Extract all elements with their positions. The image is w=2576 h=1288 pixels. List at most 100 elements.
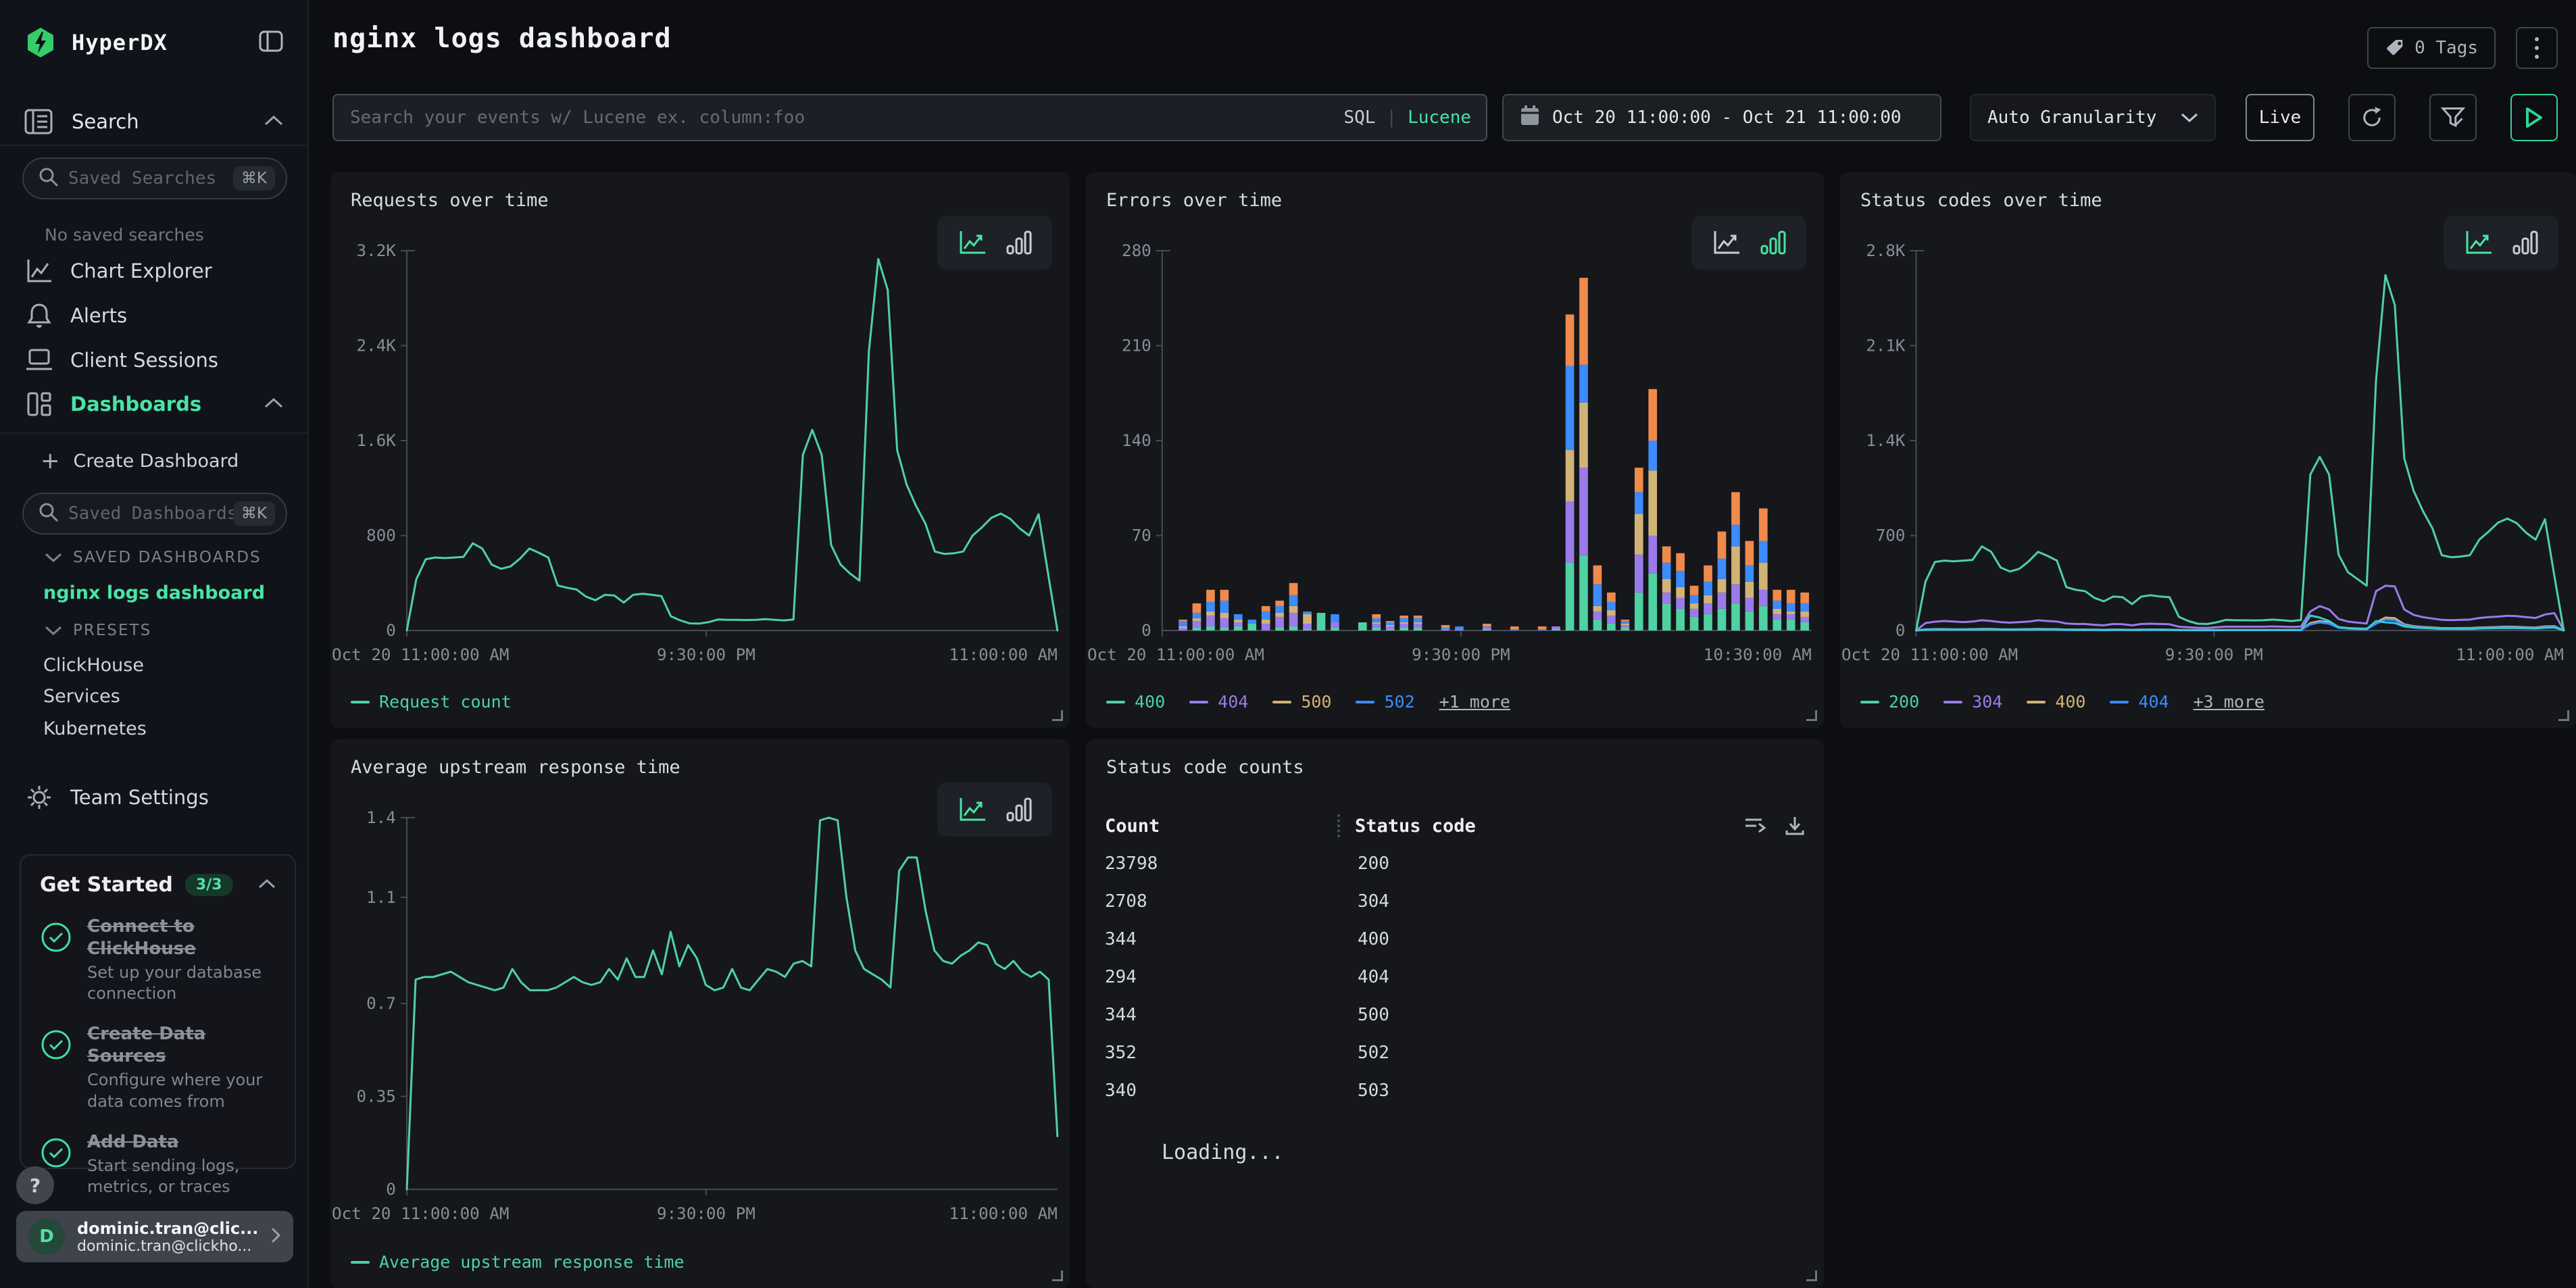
sidebar-item-dashboards[interactable]: Dashboards <box>0 382 307 426</box>
refresh-button[interactable] <box>2348 94 2396 141</box>
resize-handle[interactable] <box>1052 710 1063 721</box>
logo-row: HyperDX <box>0 0 307 85</box>
legend-item: 404 <box>1189 692 1248 712</box>
column-drag-handle[interactable] <box>1337 814 1343 837</box>
svg-text:9:30:00 PM: 9:30:00 PM <box>2165 645 2263 664</box>
panel-title: Average upstream response time <box>351 757 680 778</box>
resize-handle[interactable] <box>1052 1270 1063 1281</box>
filter-button[interactable] <box>2429 94 2477 141</box>
sidebar-item-search[interactable]: Search <box>0 99 307 145</box>
saved-searches-input[interactable] <box>68 168 233 189</box>
legend-item: 404 <box>2110 692 2169 712</box>
saved-dashboards-search[interactable]: ⌘K <box>22 493 287 535</box>
table-body: 2379820027083043444002944043445003525023… <box>1105 845 1805 1110</box>
svg-text:1.6K: 1.6K <box>357 431 397 450</box>
legend-label: 500 <box>1301 692 1331 712</box>
granularity-select[interactable]: Auto Granularity <box>1970 94 2216 141</box>
sidebar-item-kubernetes[interactable]: Kubernetes <box>43 718 147 739</box>
panel-title: Requests over time <box>351 190 549 211</box>
sidebar: HyperDX Search ⌘K No saved searches Char… <box>0 0 309 1288</box>
tags-button[interactable]: 0 Tags <box>2367 27 2496 69</box>
chart-canvas[interactable]: 00.350.71.11.4Oct 20 11:00:00 AM9:30:00 … <box>330 799 1070 1229</box>
svg-text:Oct 20 11:00:00 AM: Oct 20 11:00:00 AM <box>332 1204 509 1223</box>
sidebar-item-client-sessions[interactable]: Client Sessions <box>0 339 307 382</box>
svg-text:1.4: 1.4 <box>366 808 396 827</box>
search-icon <box>39 167 59 190</box>
legend-swatch <box>1860 701 1879 703</box>
play-icon <box>2525 107 2544 128</box>
sql-toggle[interactable]: SQL <box>1343 107 1375 128</box>
sidebar-item-team-settings[interactable]: Team Settings <box>0 776 307 819</box>
svg-text:1.1: 1.1 <box>366 888 396 907</box>
panel-menu-button[interactable] <box>2516 27 2558 69</box>
add-column-icon[interactable] <box>1744 816 1766 836</box>
page-title: nginx logs dashboard <box>332 23 672 54</box>
presets-group-header[interactable]: PRESETS <box>45 622 151 639</box>
legend-more-link[interactable]: +1 more <box>1439 692 1510 712</box>
search-input[interactable] <box>334 107 1486 128</box>
legend-more-link[interactable]: +3 more <box>2194 692 2264 712</box>
saved-dashboards-input[interactable] <box>68 503 233 524</box>
resize-handle[interactable] <box>1806 710 1817 721</box>
svg-text:0.35: 0.35 <box>357 1087 396 1106</box>
table-header: Count Status code <box>1105 807 1805 845</box>
sidebar-item-clickhouse[interactable]: ClickHouse <box>43 655 144 676</box>
chart-canvas[interactable]: 08001.6K2.4K3.2KOct 20 11:00:00 AM9:30:0… <box>330 232 1070 670</box>
calendar-icon <box>1520 105 1540 131</box>
get-started-step-add-data[interactable]: Add Data Start sending logs, metrics, or… <box>40 1131 276 1198</box>
chart-line-icon <box>24 258 54 284</box>
table-row: 2708304 <box>1105 883 1805 920</box>
sidebar-collapse-icon[interactable] <box>259 30 283 55</box>
live-button[interactable]: Live <box>2246 94 2314 141</box>
get-started-step-sources[interactable]: Create Data Sources Configure where your… <box>40 1023 276 1112</box>
cell-count: 344 <box>1105 1005 1337 1025</box>
column-header-count[interactable]: Count <box>1105 816 1337 837</box>
legend-swatch <box>1272 701 1291 703</box>
legend-swatch <box>1189 701 1208 703</box>
legend-label: 404 <box>2138 692 2169 712</box>
resize-handle[interactable] <box>2558 710 2569 721</box>
create-dashboard-button[interactable]: + Create Dashboard <box>41 449 239 472</box>
legend-label: 400 <box>2055 692 2085 712</box>
cell-status-code: 400 <box>1337 929 1805 949</box>
cell-status-code: 304 <box>1337 891 1805 912</box>
svg-text:280: 280 <box>1122 241 1151 260</box>
sidebar-item-nginx-logs-dashboard[interactable]: nginx logs dashboard <box>43 583 265 603</box>
sidebar-item-alerts[interactable]: Alerts <box>0 294 307 337</box>
chevron-right-icon <box>270 1227 281 1247</box>
chevron-up-icon <box>264 115 283 128</box>
cell-count: 23798 <box>1105 853 1337 874</box>
legend-label: 200 <box>1889 692 1919 712</box>
date-range-value: Oct 20 11:00:00 - Oct 21 11:00:00 <box>1552 107 1902 128</box>
table-row: 23798200 <box>1105 845 1805 883</box>
help-button[interactable]: ? <box>16 1166 54 1204</box>
date-range-picker[interactable]: Oct 20 11:00:00 - Oct 21 11:00:00 <box>1502 94 1941 141</box>
lucene-toggle[interactable]: Lucene <box>1408 107 1471 128</box>
user-menu[interactable]: D dominic.tran@clic... dominic.tran@clic… <box>16 1211 293 1262</box>
chart-canvas[interactable]: 07001.4K2.1K2.8KOct 20 11:00:00 AM9:30:0… <box>1840 232 2576 670</box>
legend-swatch <box>351 1261 370 1264</box>
sidebar-item-services[interactable]: Services <box>43 686 120 707</box>
legend-swatch <box>1106 701 1125 703</box>
svg-text:Oct 20 11:00:00 AM: Oct 20 11:00:00 AM <box>1841 645 2018 664</box>
sidebar-item-chart-explorer[interactable]: Chart Explorer <box>0 249 307 293</box>
svg-text:11:00:00 AM: 11:00:00 AM <box>949 645 1057 664</box>
chevron-down-icon <box>2181 107 2198 128</box>
saved-searches-search[interactable]: ⌘K <box>22 157 287 199</box>
get-started-step-connect[interactable]: Connect to ClickHouse Set up your databa… <box>40 916 276 1004</box>
cell-status-code: 503 <box>1337 1081 1805 1101</box>
svg-text:0.7: 0.7 <box>366 994 396 1013</box>
legend-swatch <box>1356 701 1374 703</box>
laptop-icon <box>24 348 54 372</box>
column-header-status-code[interactable]: Status code <box>1355 816 1744 837</box>
resize-handle[interactable] <box>1806 1270 1817 1281</box>
get-started-card: Get Started 3/3 Connect to ClickHouse Se… <box>20 854 296 1169</box>
chart-canvas[interactable]: 070140210280Oct 20 11:00:00 AM9:30:00 PM… <box>1086 232 1824 670</box>
download-icon[interactable] <box>1785 816 1805 836</box>
run-query-button[interactable] <box>2510 94 2558 141</box>
chevron-up-icon[interactable] <box>258 878 276 891</box>
svg-text:2.8K: 2.8K <box>1866 241 1906 260</box>
panel-status-codes-over-time: Status codes over time 07001.4K2.1K2.8KO… <box>1840 172 2576 728</box>
saved-dashboards-group-header[interactable]: SAVED DASHBOARDS <box>45 549 262 566</box>
search-logs-icon <box>24 109 53 134</box>
